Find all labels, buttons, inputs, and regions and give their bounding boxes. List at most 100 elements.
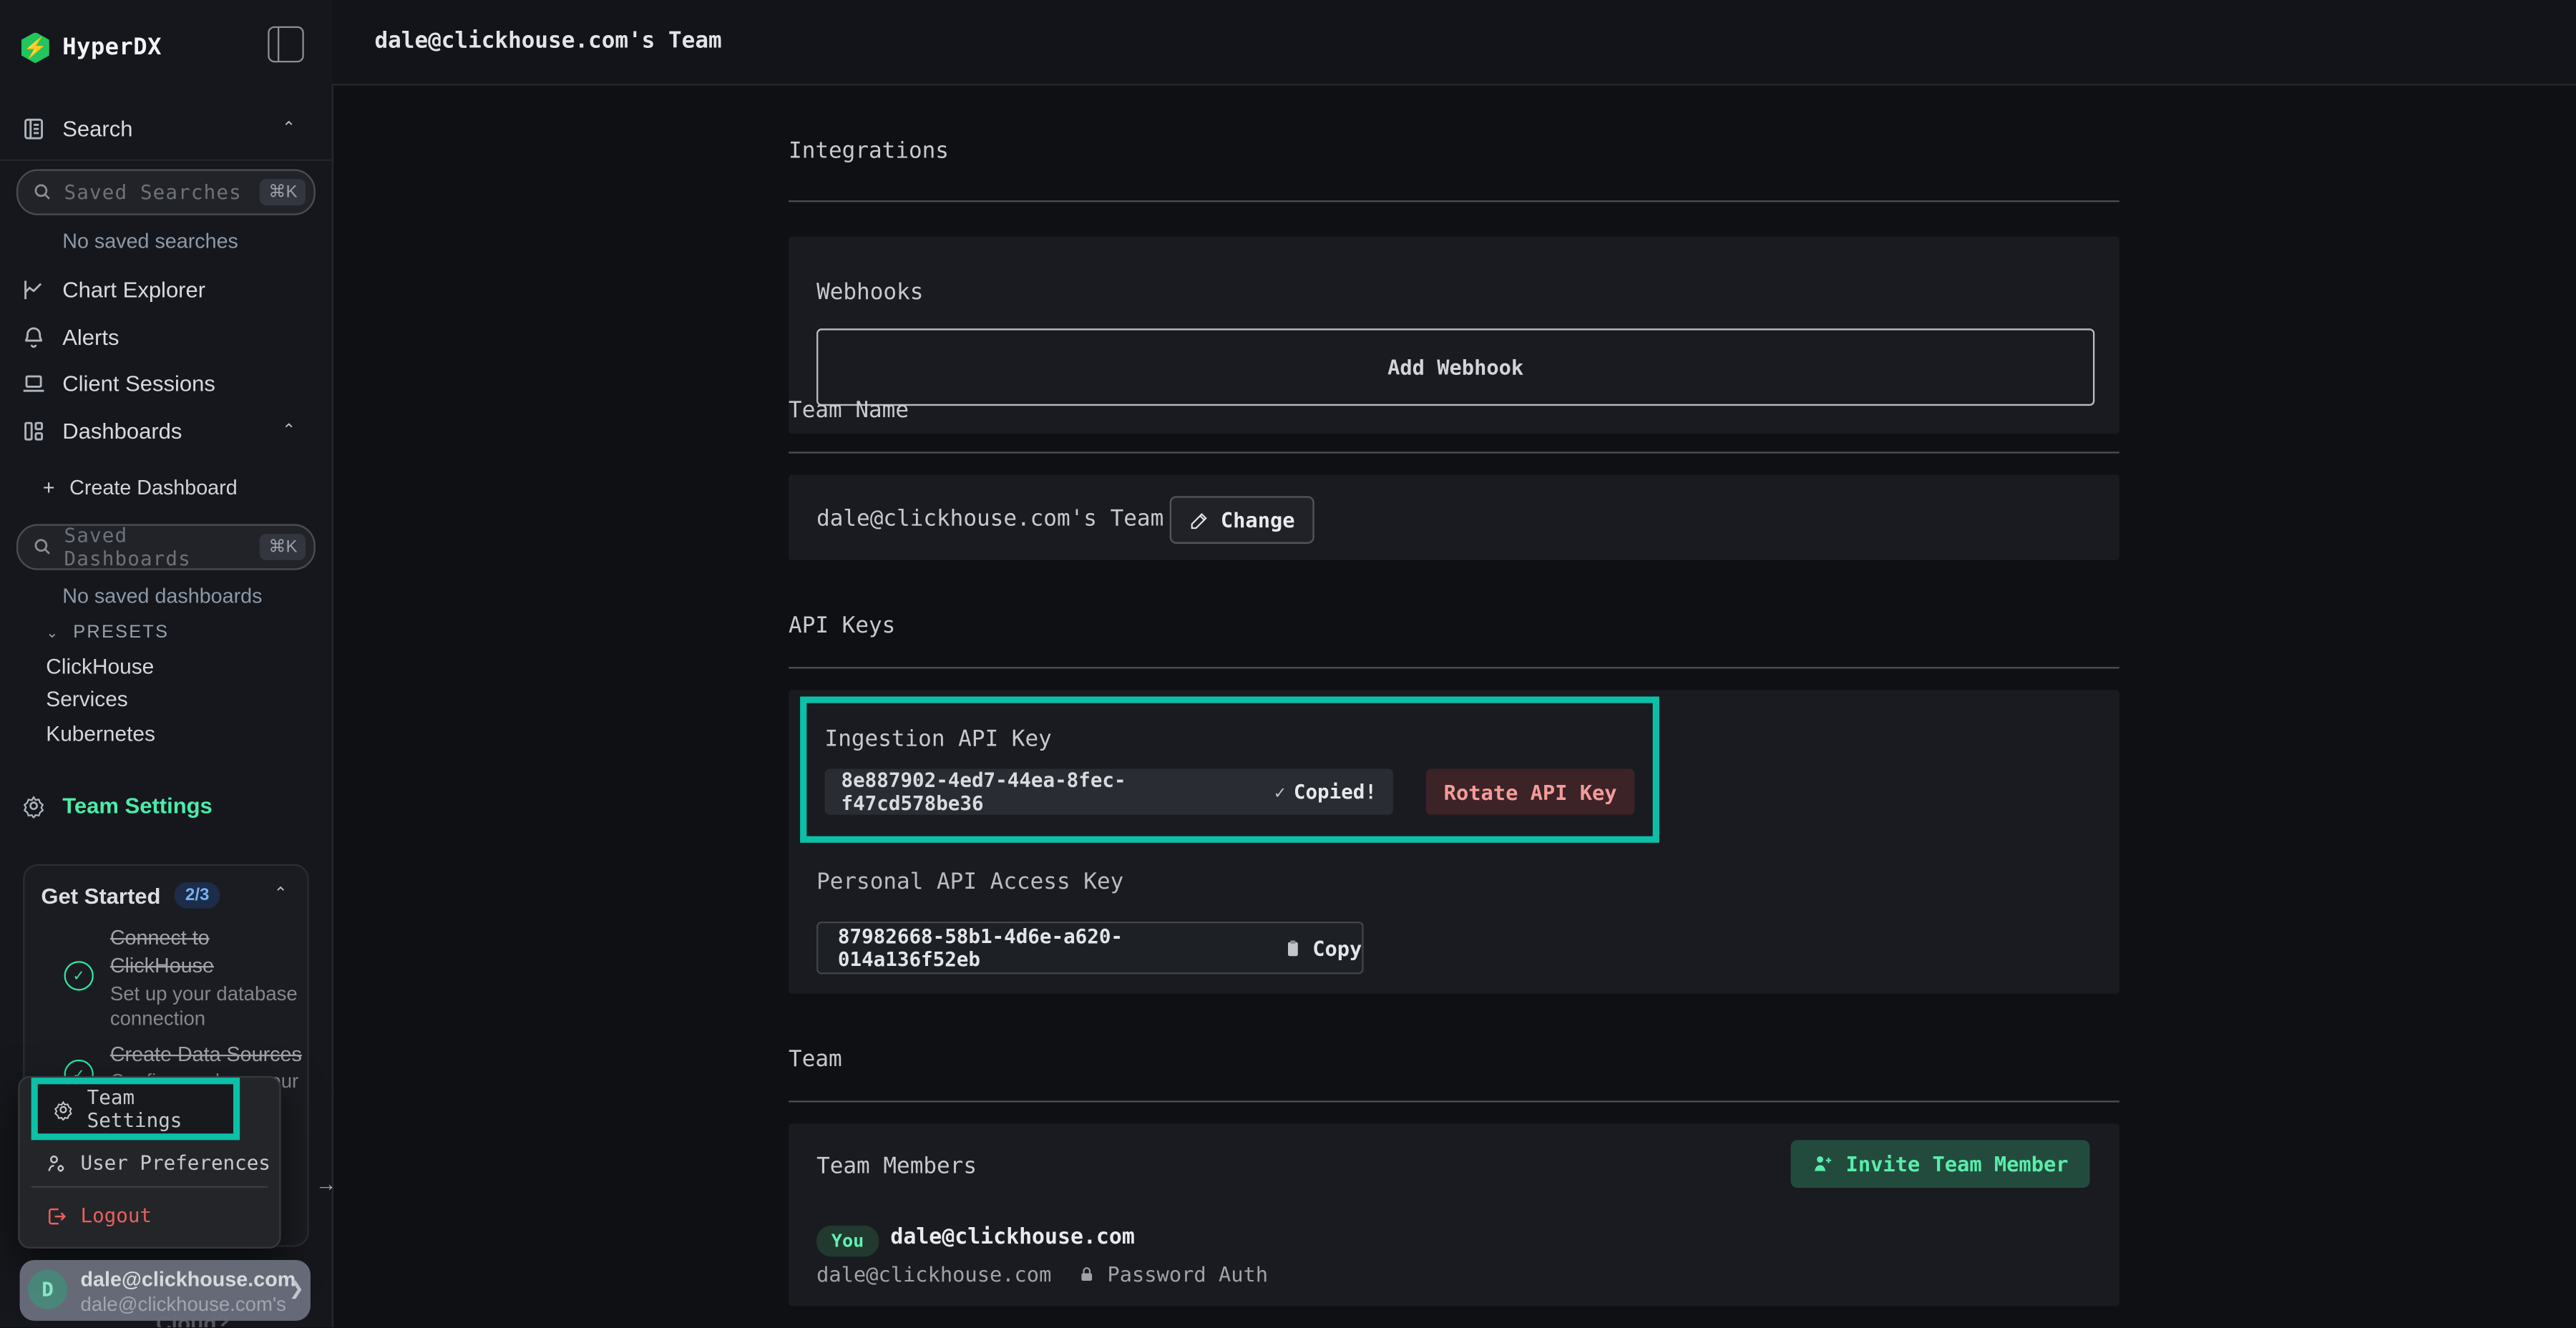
- plus-icon: +: [43, 477, 55, 499]
- team-members-label: Team Members: [816, 1153, 977, 1180]
- page-title: dale@clickhouse.com's Team: [374, 28, 721, 54]
- sidebar-item-chart-explorer[interactable]: Chart Explorer: [0, 268, 332, 311]
- check-icon: ✓: [1274, 781, 1285, 803]
- nav-label: Alerts: [62, 324, 119, 348]
- nav-label: Dashboards: [62, 418, 182, 442]
- rotate-api-key-button[interactable]: Rotate API Key: [1426, 768, 1635, 814]
- gear-icon: [21, 793, 46, 817]
- task-title-line[interactable]: ClickHouse: [110, 954, 214, 977]
- sidebar-section-search[interactable]: Search ⌃: [0, 107, 332, 150]
- invite-team-member-button[interactable]: Invite Team Member: [1790, 1140, 2089, 1188]
- ingestion-key-pill[interactable]: 8e887902-4ed7-44ea-8fec-f47cd578be36 ✓ C…: [825, 768, 1393, 814]
- webhooks-label: Webhooks: [816, 279, 923, 306]
- search-section-label: Search: [62, 116, 132, 140]
- section-heading-team: Team: [789, 1047, 842, 1073]
- divider: [789, 200, 2119, 202]
- person-plus-icon: [1811, 1153, 1833, 1175]
- sidebar-item-team-settings[interactable]: Team Settings: [0, 783, 332, 826]
- search-icon: [33, 182, 53, 202]
- menu-divider: [31, 1186, 268, 1188]
- team-name-value: dale@clickhouse.com's Team: [816, 506, 1163, 532]
- section-heading-team-name: Team Name: [789, 398, 909, 424]
- task-title-line[interactable]: Create Data Sources: [110, 1043, 302, 1066]
- menu-item-label: User Preferences: [81, 1151, 270, 1174]
- arrow-right-icon[interactable]: →: [316, 1171, 337, 1196]
- logout-icon: [46, 1205, 67, 1226]
- saved-dashboards-placeholder: Saved Dashboards: [64, 524, 260, 570]
- progress-badge: 2/3: [174, 882, 221, 909]
- account-menu: Team Settings User Preferences Logout: [18, 1076, 280, 1249]
- saved-searches-input[interactable]: Saved Searches ⌘K: [16, 169, 316, 215]
- personal-key-value: 87982668-58b1-4d6e-a620-014a136f52eb: [838, 925, 1263, 971]
- chevron-up-icon: ⌃: [282, 119, 296, 137]
- team-name-card: dale@clickhouse.com's Team Change: [789, 475, 2119, 560]
- divider: [0, 160, 332, 161]
- user-gear-icon: [46, 1153, 67, 1174]
- sidebar-item-client-sessions[interactable]: Client Sessions: [0, 361, 332, 404]
- section-heading-api-keys: API Keys: [789, 612, 895, 639]
- presets-toggle[interactable]: ⌄ PRESETS: [0, 611, 332, 654]
- add-webhook-button[interactable]: Add Webhook: [816, 328, 2094, 406]
- menu-item-label: Logout: [81, 1204, 152, 1227]
- chart-icon: [21, 277, 46, 301]
- divider: [789, 1100, 2119, 1102]
- preset-clickhouse[interactable]: ClickHouse: [46, 654, 154, 678]
- app-name: HyperDX: [62, 34, 162, 61]
- webhooks-card: Webhooks Add Webhook: [789, 237, 2119, 434]
- task-title-line[interactable]: Connect to: [110, 927, 210, 949]
- auth-method: Password Auth: [1107, 1261, 1268, 1286]
- preset-services[interactable]: Services: [46, 687, 127, 711]
- logo[interactable]: ⚡ HyperDX: [21, 26, 311, 69]
- kbd-shortcut: ⌘K: [260, 179, 306, 205]
- you-badge: You: [816, 1226, 879, 1257]
- section-heading-integrations: Integrations: [789, 138, 949, 165]
- change-label: Change: [1221, 507, 1295, 532]
- menu-item-user-preferences[interactable]: User Preferences: [46, 1151, 270, 1174]
- laptop-icon: [21, 371, 46, 395]
- preset-kubernetes[interactable]: Kubernetes: [46, 721, 155, 746]
- sidebar-collapse-icon[interactable]: [268, 26, 304, 63]
- copy-label: Copy: [1312, 936, 1362, 960]
- change-team-name-button[interactable]: Change: [1170, 496, 1314, 544]
- chevron-up-icon[interactable]: ⌃: [274, 886, 288, 904]
- create-dashboard-button[interactable]: + Create Dashboard: [0, 467, 332, 509]
- saved-searches-placeholder: Saved Searches: [64, 181, 242, 204]
- chevron-down-icon: ⌄: [46, 623, 60, 641]
- user-team: dale@clickhouse.com's: [81, 1293, 286, 1316]
- annotation-team-settings: Team Settings: [31, 1078, 240, 1140]
- create-dashboard-label: Create Dashboard: [69, 477, 238, 499]
- divider: [789, 451, 2119, 453]
- nav-label: Chart Explorer: [62, 277, 205, 301]
- rotate-label: Rotate API Key: [1444, 779, 1617, 804]
- dashboard-grid-icon: [21, 418, 46, 442]
- saved-dashboards-input[interactable]: Saved Dashboards ⌘K: [16, 524, 316, 570]
- invite-label: Invite Team Member: [1846, 1151, 2069, 1176]
- gear-icon: [52, 1098, 74, 1120]
- task-desc-line: connection: [110, 1007, 205, 1030]
- check-circle-icon: ✓: [64, 961, 94, 990]
- ingestion-key-label: Ingestion API Key: [825, 726, 1052, 753]
- user-account-chip[interactable]: D dale@clickhouse.com dale@clickhouse.co…: [20, 1260, 311, 1321]
- topbar: dale@clickhouse.com's Team: [332, 0, 2576, 85]
- sidebar: ⚡ HyperDX Search ⌃ Saved Searches ⌘K No …: [0, 0, 333, 1327]
- hyperdx-app: ⚡ HyperDX Search ⌃ Saved Searches ⌘K No …: [0, 0, 2576, 1327]
- pencil-icon: [1189, 510, 1209, 530]
- personal-key-label: Personal API Access Key: [816, 869, 1123, 896]
- presets-label: PRESETS: [73, 622, 169, 643]
- chevron-up-icon: ⌃: [282, 421, 296, 439]
- no-saved-searches-text: No saved searches: [62, 230, 238, 253]
- sidebar-item-dashboards[interactable]: Dashboards ⌃: [0, 409, 332, 452]
- personal-key-box[interactable]: 87982668-58b1-4d6e-a620-014a136f52eb Cop…: [816, 922, 1364, 974]
- menu-item-team-settings[interactable]: Team Settings: [52, 1086, 233, 1132]
- hyperdx-logo-icon: ⚡: [21, 32, 49, 64]
- member-name: dale@clickhouse.com: [890, 1226, 1134, 1250]
- divider: [789, 667, 2119, 668]
- team-members-card: Team Members Invite Team Member You dale…: [789, 1123, 2119, 1306]
- sidebar-item-alerts[interactable]: Alerts: [0, 316, 332, 358]
- task-desc-line: Set up your database: [110, 982, 298, 1005]
- annotation-ingestion-key: Ingestion API Key 8e887902-4ed7-44ea-8fe…: [800, 696, 1659, 842]
- nav-label: Client Sessions: [62, 371, 215, 395]
- menu-item-logout[interactable]: Logout: [46, 1204, 152, 1227]
- menu-item-label: Team Settings: [87, 1086, 233, 1132]
- ingestion-key-value: 8e887902-4ed7-44ea-8fec-f47cd578be36: [841, 768, 1252, 814]
